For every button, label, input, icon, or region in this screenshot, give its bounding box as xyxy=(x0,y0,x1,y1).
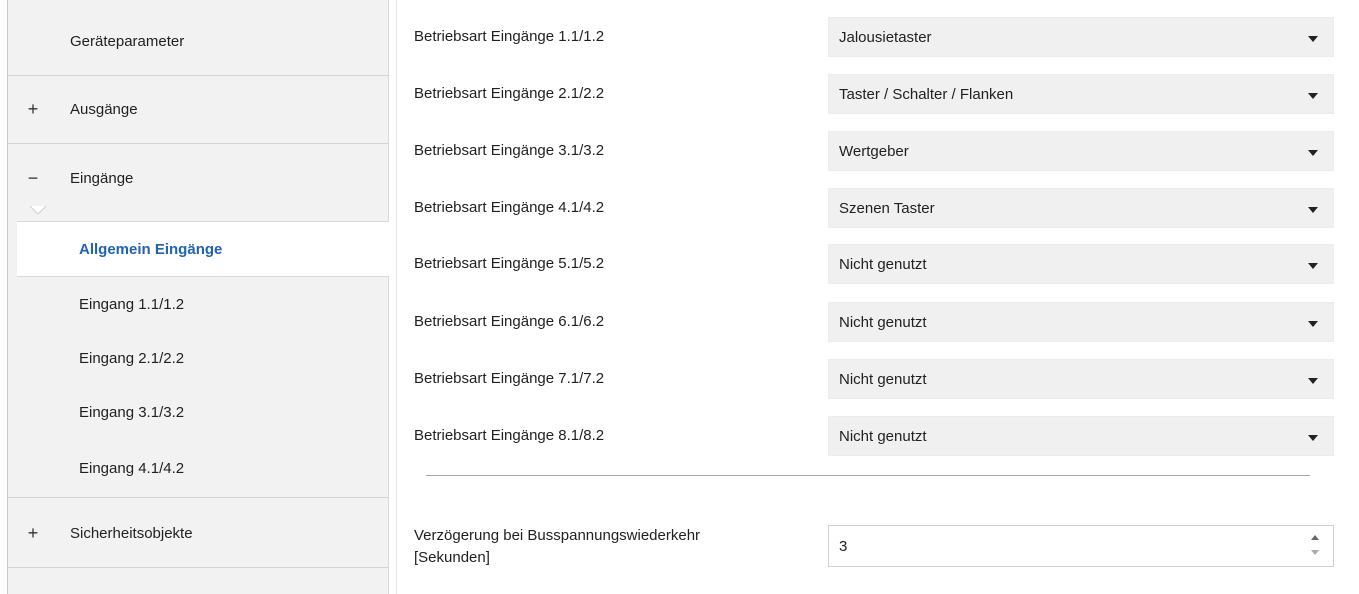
parameter-panel: Betriebsart Eingänge 1.1/1.2 Jalousietas… xyxy=(398,0,1359,594)
sidebar-item-label: Eingang 3.1/3.2 xyxy=(79,403,185,421)
spin-down-icon[interactable] xyxy=(1311,550,1319,555)
param-label: Betriebsart Eingänge 5.1/5.2 xyxy=(414,255,605,272)
param-row: Betriebsart Eingänge 8.1/8.2 Nicht genut… xyxy=(398,416,1359,460)
sidebar-item-eingang-4[interactable]: Eingang 4.1/4.2 xyxy=(8,439,389,498)
tree-connector-icon xyxy=(30,206,46,215)
select-value: Nicht genutzt xyxy=(839,256,927,273)
chevron-down-icon xyxy=(1308,36,1318,42)
delay-label-line2: [Sekunden] xyxy=(414,549,490,566)
sidebar-item-label: Ausgänge xyxy=(70,101,138,118)
sidebar-item-geraeteparameter[interactable]: Geräteparameter xyxy=(8,8,389,76)
sidebar-item-ausgaenge[interactable]: + Ausgänge xyxy=(8,76,389,144)
expand-icon[interactable]: + xyxy=(26,523,40,544)
delay-spinbox[interactable]: 3 xyxy=(828,525,1334,567)
chevron-down-icon xyxy=(1308,435,1318,441)
param-label: Betriebsart Eingänge 6.1/6.2 xyxy=(414,313,605,330)
param-label: Betriebsart Eingänge 2.1/2.2 xyxy=(414,85,605,102)
mode-select-5[interactable]: Nicht genutzt xyxy=(828,244,1334,284)
chevron-down-icon xyxy=(1308,378,1318,384)
panel-splitter xyxy=(389,0,397,594)
param-label: Betriebsart Eingänge 1.1/1.2 xyxy=(414,28,605,45)
sidebar-item-allgemein-eingaenge[interactable]: Allgemein Eingänge xyxy=(17,221,390,277)
sidebar-item-sicherheitsobjekte[interactable]: + Sicherheitsobjekte xyxy=(8,500,389,568)
sidebar-item-label: Eingang 1.1/1.2 xyxy=(79,295,185,313)
mode-select-4[interactable]: Szenen Taster xyxy=(828,188,1334,228)
expand-icon[interactable]: + xyxy=(26,99,40,120)
chevron-down-icon xyxy=(1308,263,1318,269)
sidebar-item-label: Eingang 4.1/4.2 xyxy=(79,459,185,477)
chevron-down-icon xyxy=(1308,150,1318,156)
param-label: Betriebsart Eingänge 7.1/7.2 xyxy=(414,370,605,387)
spinbox-value[interactable]: 3 xyxy=(839,538,847,555)
select-value: Nicht genutzt xyxy=(839,428,927,445)
sidebar-item-label: Eingang 2.1/2.2 xyxy=(79,349,185,367)
sidebar-item-label: Geräteparameter xyxy=(70,33,185,50)
param-label: Betriebsart Eingänge 8.1/8.2 xyxy=(414,427,605,444)
sidebar-item-label: Sicherheitsobjekte xyxy=(70,525,193,542)
sidebar-item-label: Eingänge xyxy=(70,169,134,187)
chevron-down-icon xyxy=(1308,93,1318,99)
param-label: Betriebsart Eingänge 3.1/3.2 xyxy=(414,142,605,159)
param-row: Betriebsart Eingänge 6.1/6.2 Nicht genut… xyxy=(398,302,1359,346)
collapse-icon[interactable]: − xyxy=(26,168,40,189)
param-row: Betriebsart Eingänge 3.1/3.2 Wertgeber xyxy=(398,131,1359,175)
sidebar-item-eingang-1[interactable]: Eingang 1.1/1.2 xyxy=(8,277,389,331)
param-row: Betriebsart Eingänge 2.1/2.2 Taster / Sc… xyxy=(398,74,1359,118)
sidebar-item-eingaenge[interactable]: − Eingänge xyxy=(8,144,389,212)
select-value: Szenen Taster xyxy=(839,200,935,217)
chevron-down-icon xyxy=(1308,321,1318,327)
select-value: Wertgeber xyxy=(839,143,909,160)
mode-select-2[interactable]: Taster / Schalter / Flanken xyxy=(828,74,1334,114)
sidebar: Geräteparameter + Ausgänge − Eingänge Al… xyxy=(8,0,390,594)
select-value: Nicht genutzt xyxy=(839,371,927,388)
select-value: Taster / Schalter / Flanken xyxy=(839,86,1014,103)
select-value: Jalousietaster xyxy=(839,29,932,46)
delay-label-line1: Verzögerung bei Busspannungswiederkehr xyxy=(414,527,701,544)
param-row: Betriebsart Eingänge 7.1/7.2 Nicht genut… xyxy=(398,359,1359,403)
mode-select-3[interactable]: Wertgeber xyxy=(828,131,1334,171)
mode-select-6[interactable]: Nicht genutzt xyxy=(828,302,1334,342)
sidebar-item-eingang-2[interactable]: Eingang 2.1/2.2 xyxy=(8,331,389,385)
delay-label: Verzögerung bei Busspannungswiederkehr [… xyxy=(414,525,700,569)
mode-select-8[interactable]: Nicht genutzt xyxy=(828,416,1334,456)
param-row: Betriebsart Eingänge 5.1/5.2 Nicht genut… xyxy=(398,244,1359,288)
param-label: Betriebsart Eingänge 4.1/4.2 xyxy=(414,199,605,216)
param-row: Betriebsart Eingänge 1.1/1.2 Jalousietas… xyxy=(398,17,1359,61)
separator-line xyxy=(426,475,1310,476)
spin-up-icon[interactable] xyxy=(1311,535,1319,540)
param-row: Betriebsart Eingänge 4.1/4.2 Szenen Tast… xyxy=(398,188,1359,232)
mode-select-7[interactable]: Nicht genutzt xyxy=(828,359,1334,399)
select-value: Nicht genutzt xyxy=(839,314,927,331)
mode-select-1[interactable]: Jalousietaster xyxy=(828,17,1334,57)
chevron-down-icon xyxy=(1308,207,1318,213)
sidebar-item-label: Allgemein Eingänge xyxy=(79,240,223,258)
sidebar-item-eingang-3[interactable]: Eingang 3.1/3.2 xyxy=(8,385,389,439)
